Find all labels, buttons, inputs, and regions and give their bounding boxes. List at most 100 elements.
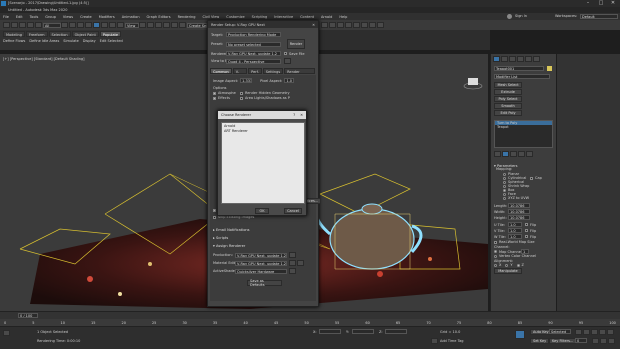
stack-item[interactable]: Teapot bbox=[495, 125, 552, 129]
menu-group[interactable]: Group bbox=[45, 15, 56, 19]
map-channel-radio[interactable] bbox=[494, 250, 497, 253]
vray-mesh-export-icon[interactable] bbox=[361, 22, 368, 28]
placement-icon[interactable] bbox=[117, 22, 124, 28]
v-tile-field[interactable]: 1.0 bbox=[508, 228, 522, 233]
create-tab-icon[interactable] bbox=[493, 56, 500, 62]
menu-interactive[interactable]: Interactive bbox=[274, 15, 293, 19]
menu-create[interactable]: Create bbox=[80, 15, 92, 19]
render-setup-close-icon[interactable]: ✕ bbox=[312, 23, 315, 27]
previous-frame-icon[interactable] bbox=[583, 329, 590, 335]
selection-filter-dropdown[interactable]: All bbox=[43, 22, 61, 28]
show-end-result-icon[interactable] bbox=[502, 151, 509, 157]
maxscript-listener-icon[interactable] bbox=[3, 330, 10, 336]
redo-icon[interactable] bbox=[11, 22, 18, 28]
u-flip-checkbox[interactable] bbox=[525, 223, 528, 226]
material-editor-lock-icon[interactable] bbox=[297, 260, 304, 266]
renderer-list[interactable]: Arnold ART Renderer bbox=[221, 122, 305, 204]
percent-snap-icon[interactable] bbox=[163, 22, 170, 28]
align-y-radio[interactable] bbox=[505, 263, 509, 267]
select-move-icon[interactable] bbox=[93, 22, 100, 28]
tab-common[interactable]: Common bbox=[210, 68, 232, 74]
image-aspect-field[interactable]: 1.333 bbox=[240, 78, 253, 83]
minimize-button[interactable]: – bbox=[583, 0, 593, 7]
current-frame-field[interactable]: 0 bbox=[575, 338, 587, 343]
zoom-icon[interactable] bbox=[592, 338, 599, 344]
select-rotate-icon[interactable] bbox=[101, 22, 108, 28]
production-choose-button[interactable] bbox=[289, 252, 296, 258]
pixel-aspect-field[interactable]: 1.0 bbox=[284, 78, 295, 83]
utilities-tab-icon[interactable] bbox=[533, 56, 540, 62]
modifier-list-dropdown[interactable]: Modifier List bbox=[494, 74, 550, 79]
z-coordinate-field[interactable] bbox=[385, 329, 407, 334]
u-tile-field[interactable]: 1.0 bbox=[508, 222, 522, 227]
poly-select-button[interactable]: Poly Select bbox=[494, 96, 522, 102]
rectangular-selection-icon[interactable] bbox=[77, 22, 84, 28]
menu-graph-editors[interactable]: Graph Editors bbox=[147, 15, 171, 19]
undo-icon[interactable] bbox=[3, 22, 10, 28]
render-hidden-checkbox[interactable] bbox=[240, 91, 243, 95]
vray-fur-icon[interactable] bbox=[377, 22, 384, 28]
named-selection-icon[interactable] bbox=[179, 22, 186, 28]
atmospherics-checkbox[interactable] bbox=[213, 91, 216, 95]
menu-views[interactable]: Views bbox=[63, 15, 73, 19]
ribbon-tab-populate[interactable]: Populate bbox=[99, 31, 122, 37]
width-field[interactable]: 10.0786 bbox=[508, 209, 530, 214]
window-crossing-icon[interactable] bbox=[85, 22, 92, 28]
face-radio[interactable] bbox=[503, 192, 506, 196]
ribbon-simulate[interactable]: Simulate bbox=[63, 39, 78, 43]
ribbon-tab-selection[interactable]: Selection bbox=[48, 31, 71, 37]
help-icon[interactable]: ? bbox=[293, 113, 295, 117]
pin-stack-icon[interactable] bbox=[494, 151, 501, 157]
menu-animation[interactable]: Animation bbox=[122, 15, 140, 19]
pivot-icon[interactable] bbox=[139, 22, 146, 28]
object-name-field[interactable]: Teapot001 bbox=[494, 66, 544, 71]
viewcube-icon[interactable] bbox=[463, 74, 483, 90]
real-world-checkbox[interactable] bbox=[494, 240, 497, 244]
set-key-icon[interactable] bbox=[515, 330, 525, 339]
menu-rendering[interactable]: Rendering bbox=[178, 15, 196, 19]
add-time-tag-label[interactable]: Add Time Tag bbox=[440, 339, 464, 343]
assign-renderer-rollout[interactable]: ▾ Assign Renderer bbox=[213, 243, 245, 249]
v-flip-checkbox[interactable] bbox=[525, 229, 528, 232]
set-key-button[interactable]: Set Key bbox=[530, 338, 550, 344]
tab-vray[interactable]: V-Ray bbox=[232, 68, 248, 80]
vray-render-icon[interactable] bbox=[321, 22, 328, 28]
menu-civil-view[interactable]: Civil View bbox=[202, 15, 219, 19]
maximize-button[interactable]: □ bbox=[596, 0, 606, 7]
scripts-rollout[interactable]: ▸ Scripts bbox=[213, 235, 228, 241]
pan-icon[interactable] bbox=[600, 338, 607, 344]
edit-poly-button[interactable]: Edit Poly bbox=[494, 110, 522, 116]
key-filters-button[interactable]: Key Filters... bbox=[549, 338, 577, 344]
renderer-dropdown[interactable]: V-Ray GPU Next, update 1.2 bbox=[226, 51, 281, 56]
vertex-color-radio[interactable] bbox=[494, 254, 497, 258]
align-x-radio[interactable] bbox=[494, 263, 497, 267]
extrude-button[interactable]: Extrude bbox=[494, 89, 522, 95]
sign-in-button[interactable]: Sign In bbox=[515, 14, 527, 18]
menu-arnold[interactable]: Arnold bbox=[321, 15, 332, 19]
w-tile-field[interactable]: 1.0 bbox=[508, 234, 522, 239]
skip-existing-checkbox[interactable] bbox=[213, 215, 216, 219]
activeshade-choose-button[interactable] bbox=[289, 268, 296, 274]
align-z-radio[interactable] bbox=[516, 263, 520, 267]
renderer-list-item[interactable]: ART Renderer bbox=[222, 129, 304, 133]
tab-settings[interactable]: Settings bbox=[262, 68, 284, 74]
email-notifications-rollout[interactable]: ▸ Email Notifications bbox=[213, 227, 250, 233]
y-coordinate-field[interactable] bbox=[352, 329, 374, 334]
standard-frame-checkbox[interactable] bbox=[213, 208, 216, 212]
next-frame-icon[interactable] bbox=[599, 329, 606, 335]
add-time-tag-icon[interactable] bbox=[431, 338, 438, 344]
snap-toggle-icon[interactable] bbox=[147, 22, 154, 28]
cylindrical-radio[interactable] bbox=[503, 176, 506, 180]
display-tab-icon[interactable] bbox=[525, 56, 532, 62]
w-flip-checkbox[interactable] bbox=[525, 235, 528, 238]
material-editor-choose-button[interactable] bbox=[289, 260, 296, 266]
lock-icon[interactable] bbox=[284, 58, 291, 64]
orbit-icon[interactable] bbox=[608, 338, 615, 344]
hierarchy-tab-icon[interactable] bbox=[509, 56, 516, 62]
area-lights-checkbox[interactable] bbox=[240, 96, 243, 100]
save-file-checkbox[interactable] bbox=[284, 52, 287, 55]
height-field[interactable]: 10.0786 bbox=[508, 215, 530, 220]
menu-scripting[interactable]: Scripting bbox=[252, 15, 268, 19]
make-unique-icon[interactable] bbox=[510, 151, 517, 157]
view-to-render-dropdown[interactable]: Quad 4 - Perspective bbox=[226, 58, 281, 64]
